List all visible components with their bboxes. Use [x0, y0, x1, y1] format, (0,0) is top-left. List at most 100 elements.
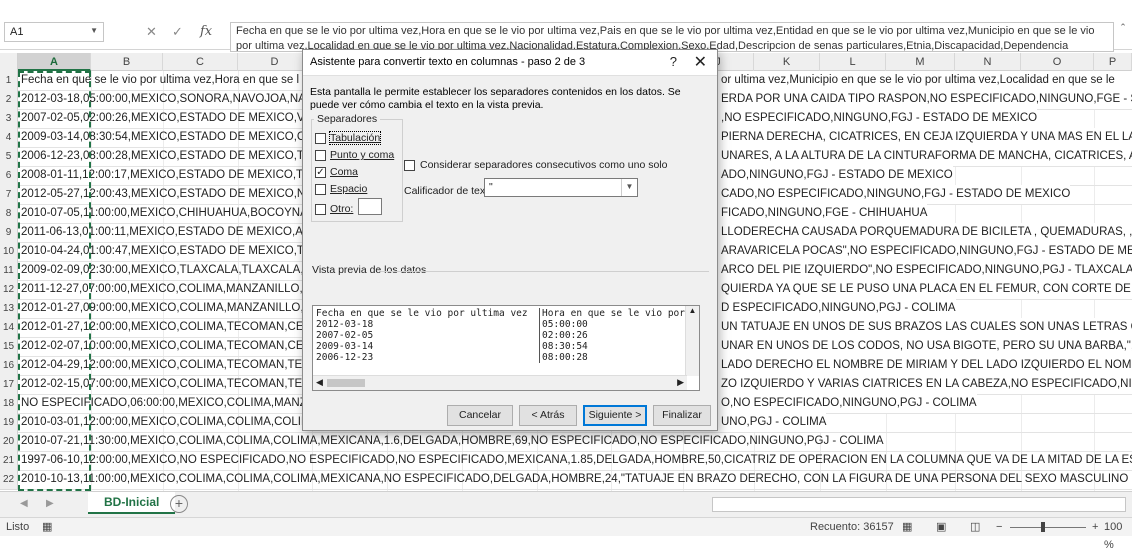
page-layout-icon[interactable]: ▣	[936, 518, 946, 536]
formula-input[interactable]: Fecha en que se le vio por ultima vez,Ho…	[230, 22, 1114, 52]
row-header[interactable]: 10	[0, 242, 18, 262]
text-qualifier-label: Calificador de texto:	[404, 185, 497, 197]
text-qualifier-select[interactable]: " ▼	[484, 178, 638, 197]
scroll-left-icon[interactable]: ◀	[316, 377, 323, 388]
macro-record-icon[interactable]: ▦	[42, 518, 52, 536]
row-header[interactable]: 7	[0, 185, 18, 205]
row-header[interactable]: 14	[0, 318, 18, 338]
preview-vertical-scrollbar[interactable]: ▲	[685, 306, 699, 376]
table-row[interactable]: 2010-07-21,11:30:00,MEXICO,COLIMA,COLIMA…	[18, 432, 1132, 452]
next-sheet-icon[interactable]: ▶	[46, 498, 54, 509]
row-cell-text: 2012-01-27,12:00:00,MEXICO,COLIMA,TECOMA…	[21, 321, 321, 333]
select-all-corner[interactable]	[0, 53, 18, 71]
row-header[interactable]: 8	[0, 204, 18, 224]
row-header[interactable]: 16	[0, 356, 18, 376]
dialog-description: Esta pantalla le permite establecer los …	[310, 86, 681, 111]
checkbox-box[interactable]	[315, 133, 326, 144]
row-cell-text: 2007-02-05,02:00:26,MEXICO,ESTADO DE MEX…	[21, 112, 325, 124]
row-header[interactable]: 12	[0, 280, 18, 300]
zoom-in-icon[interactable]: +	[1092, 518, 1098, 536]
name-box[interactable]: A1 ▼	[4, 22, 104, 42]
checkbox-box[interactable]	[404, 160, 415, 171]
row-cell-text: 2010-03-01,12:00:00,MEXICO,COLIMA,COLIMA…	[21, 416, 319, 428]
checkbox-coma[interactable]: ✓ Coma	[315, 166, 403, 179]
prev-sheet-icon[interactable]: ◀	[20, 498, 28, 509]
otro-separator-input[interactable]	[358, 198, 382, 215]
page-break-icon[interactable]: ◫	[970, 518, 980, 536]
row-header[interactable]: 5	[0, 147, 18, 167]
column-header[interactable]: M	[886, 53, 955, 71]
row-cell-text: UNAR EN UNOS DE LOS CODOS, NO USA BIGOTE…	[718, 337, 1132, 356]
row-header[interactable]: 13	[0, 299, 18, 319]
chevron-down-icon[interactable]: ▼	[621, 179, 637, 196]
table-row[interactable]: 1997-06-10,12:00:00,MEXICO,NO ESPECIFICA…	[18, 451, 1132, 471]
enter-icon[interactable]: ✓	[172, 24, 183, 40]
row-cell-text: 2012-02-15,07:00:00,MEXICO,COLIMA,TECOMA…	[21, 378, 320, 390]
row-header[interactable]: 20	[0, 432, 18, 452]
normal-view-icon[interactable]: ▦	[902, 518, 912, 536]
row-header[interactable]: 22	[0, 470, 18, 490]
insert-function-icon[interactable]: fx	[200, 24, 212, 39]
row-header[interactable]: 1	[0, 71, 18, 91]
add-sheet-icon[interactable]: +	[170, 495, 188, 513]
checkbox-box[interactable]	[315, 184, 326, 195]
row-header[interactable]: 15	[0, 337, 18, 357]
finish-button[interactable]: Finalizar	[653, 405, 711, 426]
row-header[interactable]: 2	[0, 90, 18, 110]
expand-formula-icon[interactable]: ⌃	[1116, 22, 1130, 38]
chevron-down-icon[interactable]: ▼	[90, 26, 98, 35]
close-icon[interactable]: ✕	[694, 52, 707, 72]
back-button[interactable]: < Atrás	[519, 405, 577, 426]
data-preview[interactable]: Fecha en que se le vio por ultima vez 201…	[312, 305, 700, 391]
row-header[interactable]: 3	[0, 109, 18, 129]
preview-horizontal-scrollbar[interactable]: ◀ ▶	[313, 375, 687, 390]
row-cell-text: 2011-12-27,07:00:00,MEXICO,COLIMA,MANZAN…	[21, 283, 319, 295]
help-icon[interactable]: ?	[670, 54, 677, 69]
column-header[interactable]: K	[754, 53, 820, 71]
preview-column-1[interactable]: Fecha en que se le vio por ultima vez 201…	[316, 308, 536, 363]
column-header[interactable]: A	[18, 53, 91, 71]
horizontal-scrollbar[interactable]	[712, 497, 1126, 512]
checkbox-tabulacion[interactable]: Tabulación	[315, 131, 403, 145]
row-header[interactable]: 9	[0, 223, 18, 243]
checkbox-box[interactable]	[315, 150, 326, 161]
column-header[interactable]: O	[1021, 53, 1094, 71]
preview-column-2[interactable]: Hora en que se le vio por u 05:00:00 02:00…	[539, 308, 696, 363]
zoom-out-icon[interactable]: −	[996, 518, 1002, 536]
row-header[interactable]: 6	[0, 166, 18, 186]
sheet-tab[interactable]: BD-Inicial	[88, 492, 176, 514]
column-header[interactable]: B	[91, 53, 163, 71]
zoom-slider-handle[interactable]	[1041, 522, 1045, 532]
row-header[interactable]: 19	[0, 413, 18, 433]
row-header[interactable]: 4	[0, 128, 18, 148]
column-header[interactable]: N	[955, 53, 1021, 71]
cancel-icon[interactable]: ✕	[146, 24, 157, 40]
row-cell-text: ,NO ESPECIFICADO,NINGUNO,FGJ - ESTADO DE…	[718, 109, 1038, 128]
scroll-thumb[interactable]	[327, 379, 365, 387]
row-cell-text: or ultima vez,Municipio en que se le vio…	[718, 71, 1115, 90]
column-header[interactable]: D	[238, 53, 312, 71]
preview-cell: 2012-03-18	[316, 319, 374, 330]
row-header[interactable]: 17	[0, 375, 18, 395]
row-header[interactable]: 11	[0, 261, 18, 281]
column-header[interactable]: L	[820, 53, 886, 71]
checkbox-punto-y-coma[interactable]: Punto y coma	[315, 149, 403, 162]
row-cell-text: 1997-06-10,12:00:00,MEXICO,NO ESPECIFICA…	[21, 454, 1132, 466]
row-cell-text: 2010-04-24,01:00:47,MEXICO,ESTADO DE MEX…	[21, 245, 327, 257]
row-header[interactable]: 18	[0, 394, 18, 414]
row-header[interactable]: 21	[0, 451, 18, 471]
column-header[interactable]: C	[163, 53, 238, 71]
next-button[interactable]: Siguiente >	[583, 405, 647, 426]
row-cell-text: 2009-03-14,08:30:54,MEXICO,ESTADO DE MEX…	[21, 131, 325, 143]
table-row[interactable]: 2010-10-13,11:00:00,MEXICO,COLIMA,COLIMA…	[18, 470, 1132, 490]
checkbox-espacio[interactable]: Espacio	[315, 183, 403, 196]
cancel-button[interactable]: Cancelar	[447, 405, 513, 426]
check-icon[interactable]: ✓	[315, 167, 326, 178]
row-cell-text: O,NO ESPECIFICADO,NINGUNO,PGJ - COLIMA	[718, 394, 977, 413]
scroll-right-icon[interactable]: ▶	[677, 377, 684, 388]
zoom-slider[interactable]	[1010, 527, 1086, 528]
column-header[interactable]: P	[1094, 53, 1132, 71]
preview-cell: 2009-03-14	[316, 341, 374, 352]
checkbox-box[interactable]	[315, 204, 326, 215]
consecutive-separators-checkbox[interactable]: Considerar separadores consecutivos como…	[404, 159, 704, 172]
